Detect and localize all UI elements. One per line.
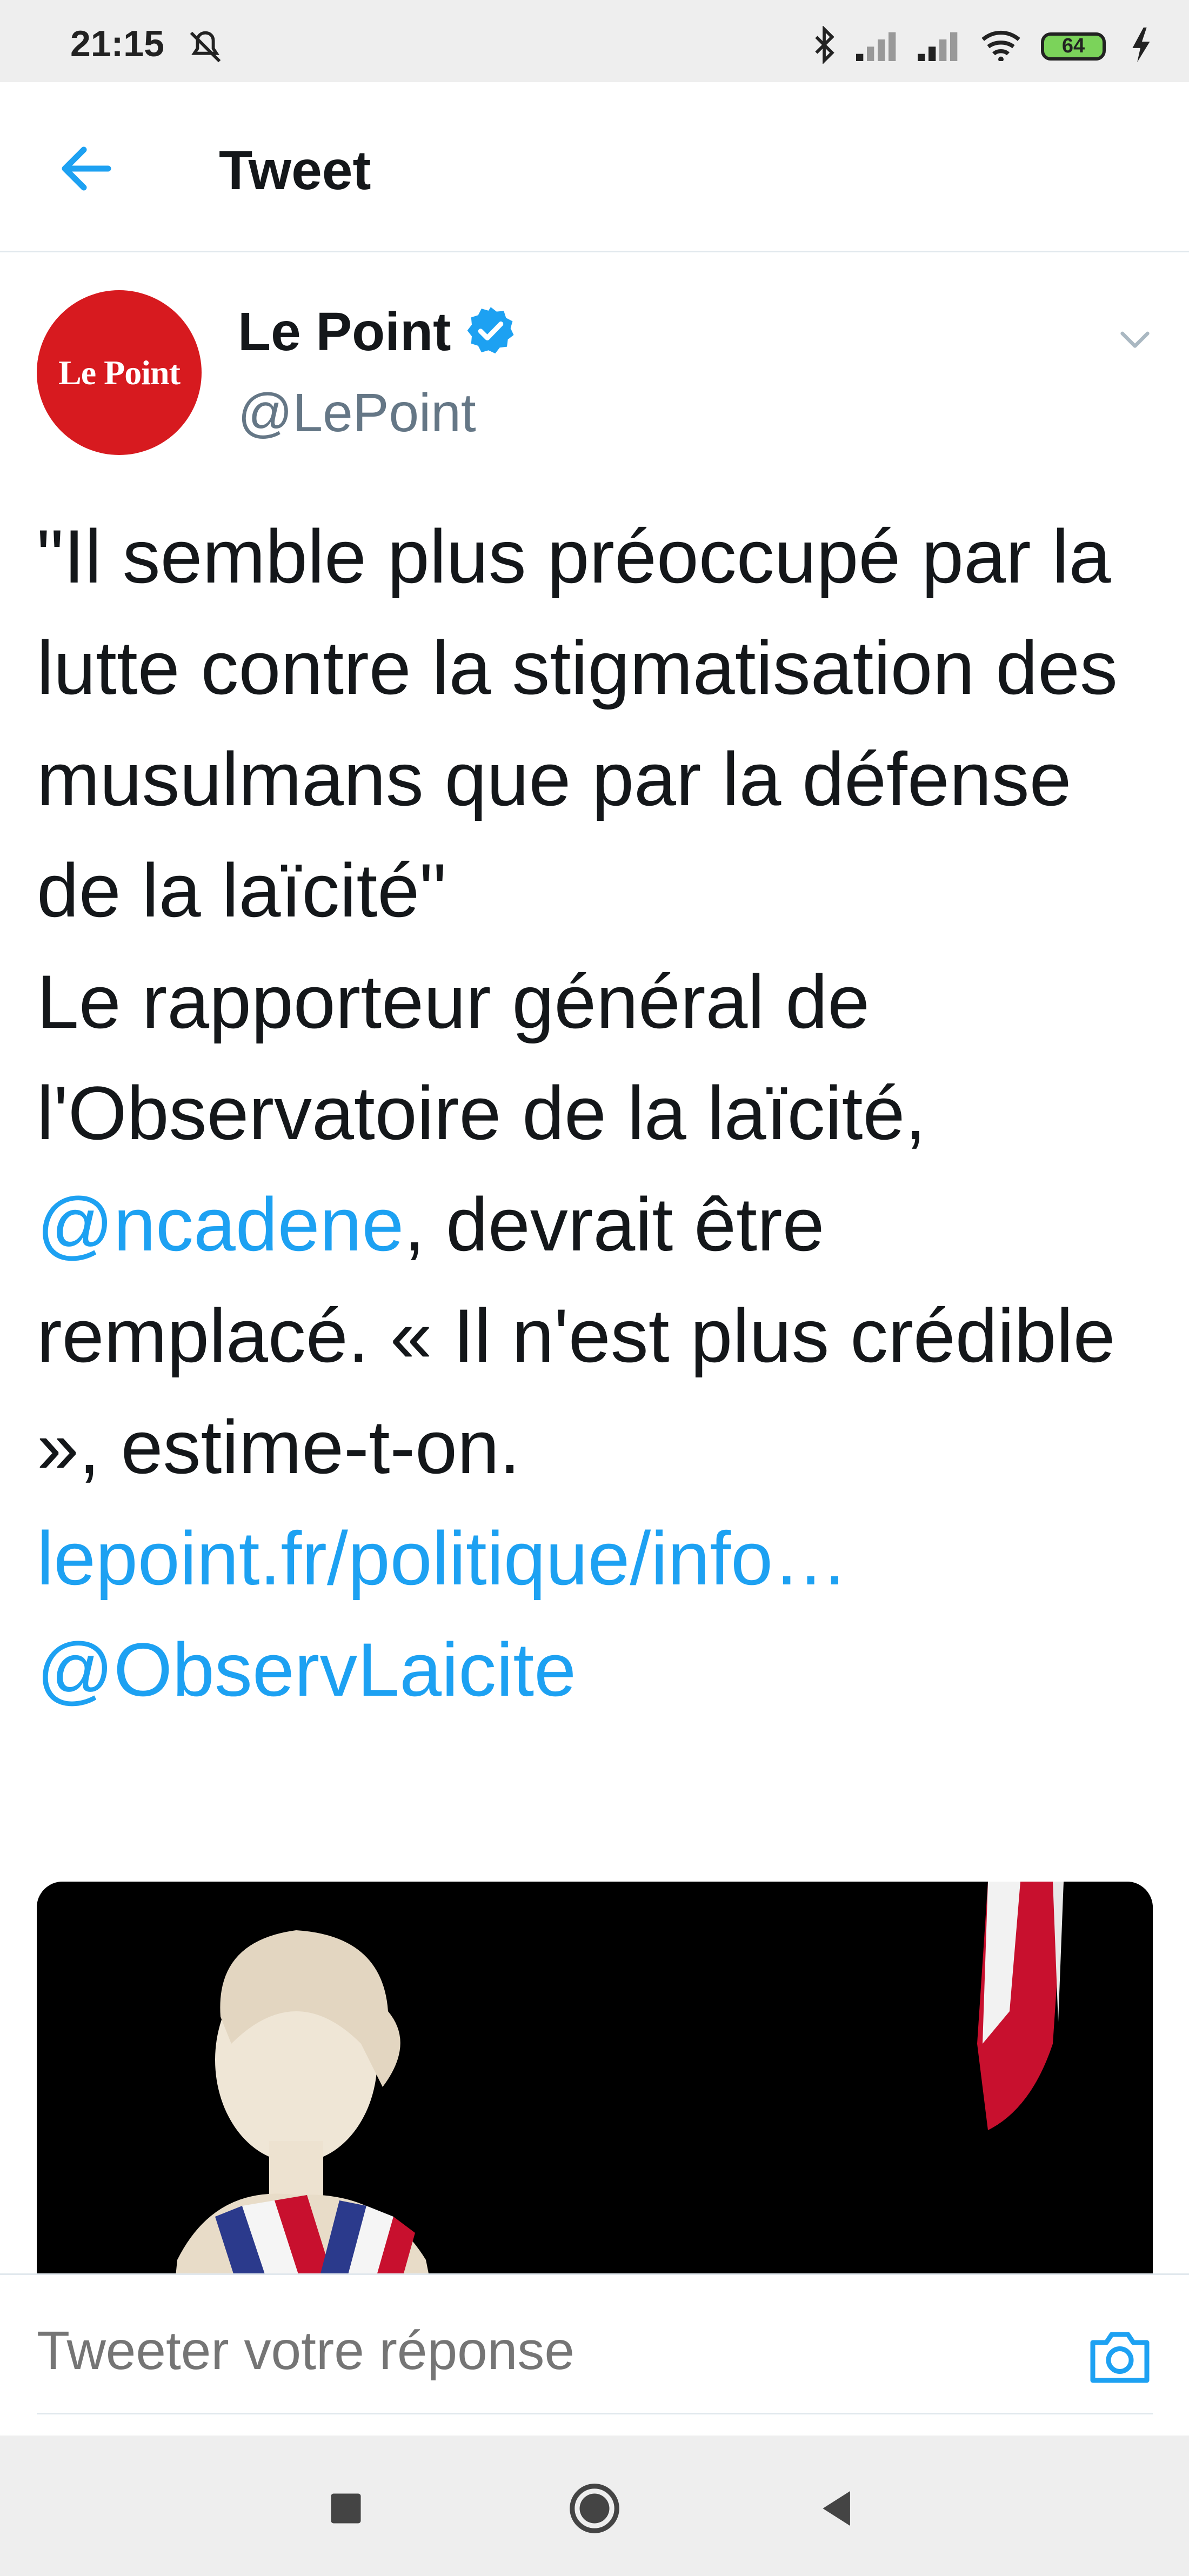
wifi-icon (979, 29, 1023, 64)
page-title: Tweet (219, 139, 371, 201)
back-nav-button[interactable] (808, 2479, 867, 2538)
signal-roaming-icon (918, 29, 961, 64)
tweet: Le Point Le Point @LePoint "Il semble pl… (0, 252, 1189, 2273)
bluetooth-icon (811, 25, 838, 66)
reply-bar (0, 2273, 1189, 2436)
tweet-image[interactable] (37, 1882, 1153, 2273)
status-time: 21:15 (70, 23, 164, 64)
mention-link[interactable]: @ncadene (37, 1182, 404, 1267)
verified-icon (464, 304, 518, 360)
battery-icon: 64 (1041, 32, 1106, 61)
recents-button[interactable] (316, 2479, 376, 2538)
status-bar: 21:15 64 (0, 0, 1189, 82)
chevron-down-icon (1113, 331, 1157, 363)
camera-button[interactable] (1087, 2326, 1152, 2386)
arrow-left-icon (54, 146, 119, 203)
status-icons: 64 (811, 25, 1157, 66)
marianne-bust-image (37, 1882, 1153, 2273)
tweet-menu-button[interactable] (1113, 317, 1157, 360)
reply-input[interactable] (37, 2321, 1053, 2380)
article-link[interactable]: lepoint.fr/politique/info… (37, 1516, 849, 1601)
system-nav-bar (0, 2436, 1189, 2576)
mute-icon (184, 28, 227, 69)
back-button[interactable] (54, 136, 119, 201)
author-name: Le Point (238, 302, 451, 362)
recents-square-icon (316, 2493, 376, 2540)
charging-icon (1124, 26, 1157, 66)
reply-divider (37, 2413, 1153, 2414)
avatar-logo-text: Le Point (58, 353, 181, 392)
app-header: Tweet (0, 82, 1189, 252)
tweet-text: "Il semble plus préoccupé par la lutte c… (37, 501, 1139, 1725)
home-circle-icon (565, 2484, 624, 2540)
mention-link-2[interactable]: @ObservLaicite (37, 1627, 576, 1712)
tweet-body-1: Le rapporteur général de l'Observatoire … (37, 959, 926, 1155)
author-name-row[interactable]: Le Point (238, 301, 518, 363)
camera-icon (1087, 2332, 1152, 2388)
signal-icon (856, 29, 899, 64)
home-button[interactable] (565, 2479, 624, 2538)
back-triangle-icon (808, 2491, 867, 2540)
author-handle[interactable]: @LePoint (238, 382, 476, 444)
avatar[interactable]: Le Point (37, 290, 202, 455)
tweet-quote: "Il semble plus préoccupé par la lutte c… (37, 514, 1118, 933)
